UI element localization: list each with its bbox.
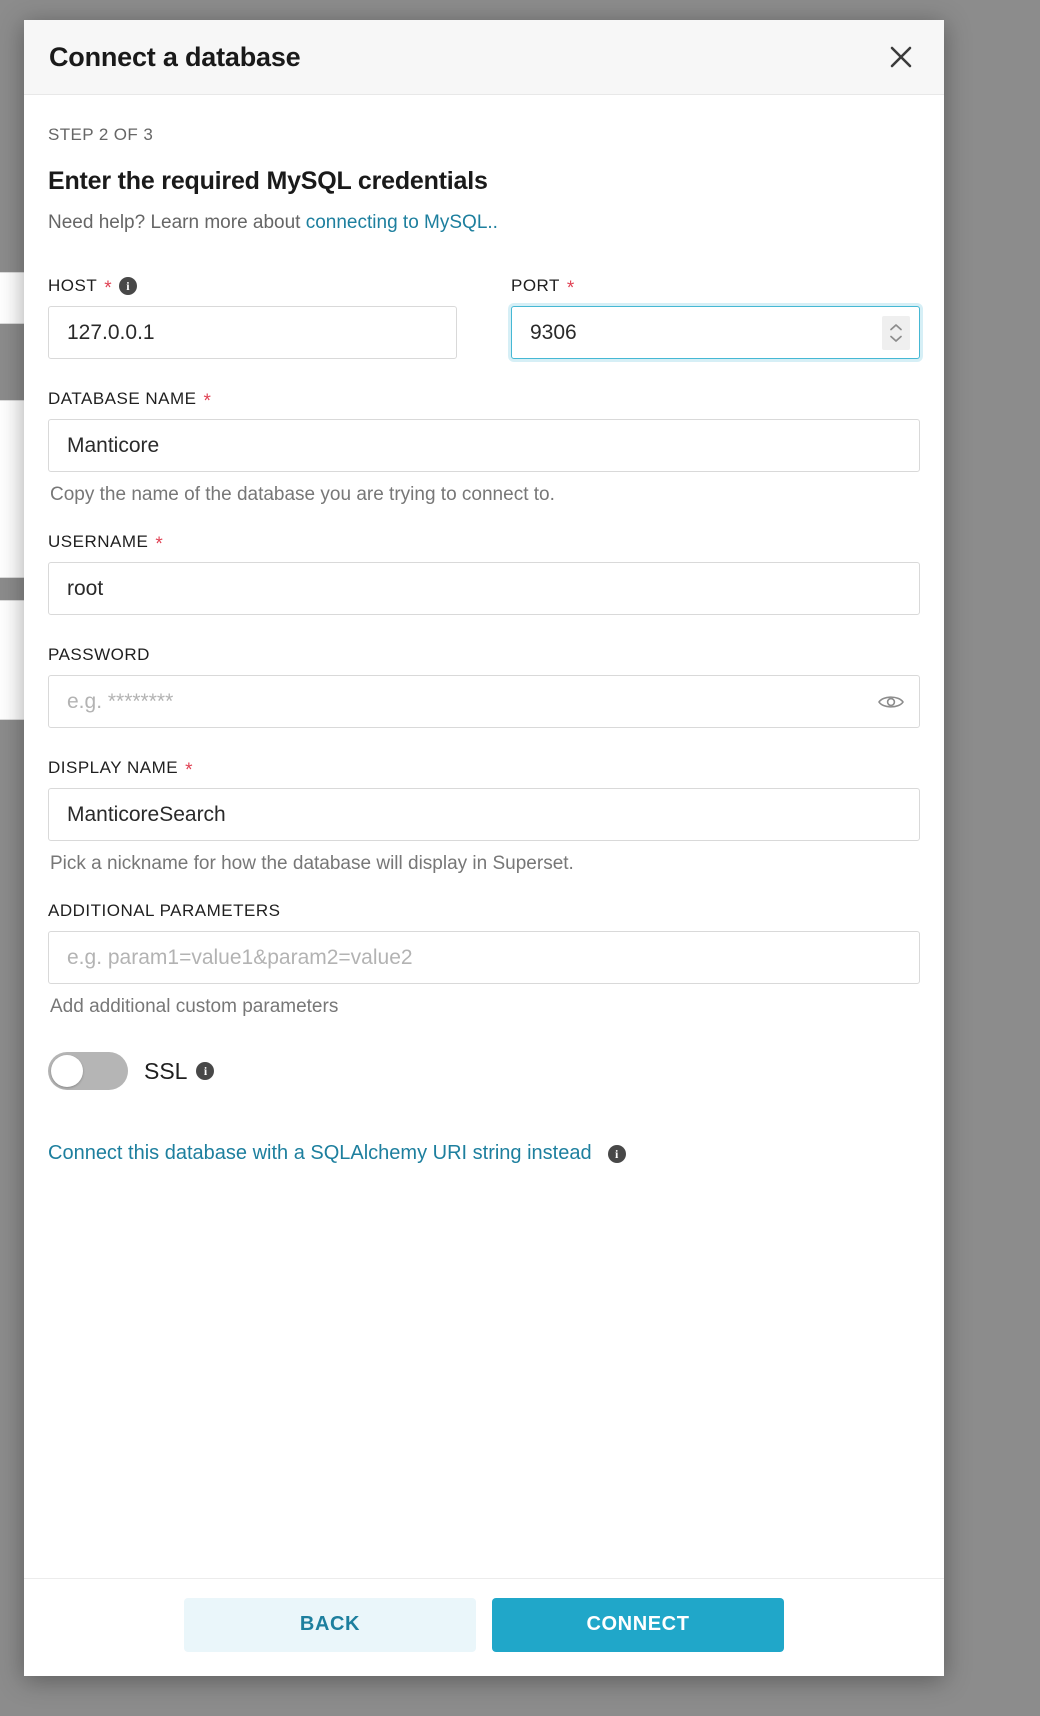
connect-button[interactable]: CONNECT: [492, 1598, 784, 1652]
database-name-label: DATABASE NAME *: [48, 389, 920, 409]
eye-icon[interactable]: [878, 693, 904, 711]
host-field-group: HOST * i: [48, 276, 457, 359]
username-field-group: USERNAME *: [48, 532, 920, 615]
additional-parameters-field-group: ADDITIONAL PARAMETERS Add additional cus…: [48, 901, 920, 1018]
ssl-toggle[interactable]: [48, 1052, 128, 1090]
password-input[interactable]: [48, 675, 920, 728]
username-label-text: USERNAME: [48, 532, 148, 552]
back-button[interactable]: BACK: [184, 1598, 476, 1652]
ssl-label: SSL i: [144, 1058, 214, 1085]
database-name-hint: Copy the name of the database you are tr…: [50, 484, 920, 506]
host-input[interactable]: [48, 306, 457, 359]
display-name-label-text: DISPLAY NAME: [48, 758, 178, 778]
required-marker: *: [204, 392, 212, 411]
modal-header: Connect a database: [24, 20, 944, 95]
modal-body: STEP 2 OF 3 Enter the required MySQL cre…: [24, 95, 944, 1578]
required-marker: *: [185, 761, 193, 780]
port-stepper-icon[interactable]: [882, 316, 910, 350]
sqlalchemy-uri-row: Connect this database with a SQLAlchemy …: [48, 1142, 920, 1165]
required-marker: *: [155, 535, 163, 554]
password-input-wrap: [48, 675, 920, 728]
password-label: PASSWORD: [48, 645, 920, 665]
connect-database-modal: Connect a database STEP 2 OF 3 Enter the…: [24, 20, 944, 1676]
display-name-field-group: DISPLAY NAME * Pick a nickname for how t…: [48, 758, 920, 875]
step-indicator: STEP 2 OF 3: [48, 125, 920, 145]
display-name-input-wrap: [48, 788, 920, 841]
display-name-input[interactable]: [48, 788, 920, 841]
ssl-info-icon[interactable]: i: [196, 1062, 214, 1080]
sqlalchemy-uri-link[interactable]: Connect this database with a SQLAlchemy …: [48, 1142, 592, 1165]
database-name-field-group: DATABASE NAME * Copy the name of the dat…: [48, 389, 920, 506]
database-name-input[interactable]: [48, 419, 920, 472]
host-input-wrap: [48, 306, 457, 359]
step-heading: Enter the required MySQL credentials: [48, 167, 920, 196]
help-prefix-text: Need help? Learn more about: [48, 212, 306, 233]
modal-footer: BACK CONNECT: [24, 1578, 944, 1676]
database-name-input-wrap: [48, 419, 920, 472]
sqlalchemy-uri-info-icon[interactable]: i: [608, 1145, 626, 1163]
host-label: HOST * i: [48, 276, 457, 296]
port-input[interactable]: [511, 306, 920, 359]
ssl-label-text: SSL: [144, 1058, 187, 1085]
connecting-to-mysql-link[interactable]: connecting to MySQL..: [306, 212, 498, 233]
additional-parameters-input-wrap: [48, 931, 920, 984]
username-label: USERNAME *: [48, 532, 920, 552]
page-title: Connect a database: [49, 42, 300, 73]
host-label-text: HOST: [48, 276, 97, 296]
host-port-row: HOST * i PORT *: [48, 276, 920, 389]
display-name-hint: Pick a nickname for how the database wil…: [50, 853, 920, 875]
host-info-icon[interactable]: i: [119, 277, 137, 295]
close-icon[interactable]: [884, 40, 918, 74]
help-line: Need help? Learn more about connecting t…: [48, 212, 920, 234]
port-label-text: PORT: [511, 276, 560, 296]
database-name-label-text: DATABASE NAME: [48, 389, 197, 409]
port-label: PORT *: [511, 276, 920, 296]
password-field-group: PASSWORD: [48, 645, 920, 728]
additional-parameters-input[interactable]: [48, 931, 920, 984]
display-name-label: DISPLAY NAME *: [48, 758, 920, 778]
required-marker: *: [567, 279, 575, 298]
port-input-wrap: [511, 306, 920, 359]
username-input[interactable]: [48, 562, 920, 615]
username-input-wrap: [48, 562, 920, 615]
additional-parameters-label-text: ADDITIONAL PARAMETERS: [48, 901, 280, 921]
additional-parameters-hint: Add additional custom parameters: [50, 996, 920, 1018]
ssl-toggle-row: SSL i: [48, 1052, 920, 1090]
ssl-toggle-knob: [51, 1055, 83, 1087]
port-field-group: PORT *: [511, 276, 920, 359]
additional-parameters-label: ADDITIONAL PARAMETERS: [48, 901, 920, 921]
required-marker: *: [104, 279, 112, 298]
password-label-text: PASSWORD: [48, 645, 150, 665]
